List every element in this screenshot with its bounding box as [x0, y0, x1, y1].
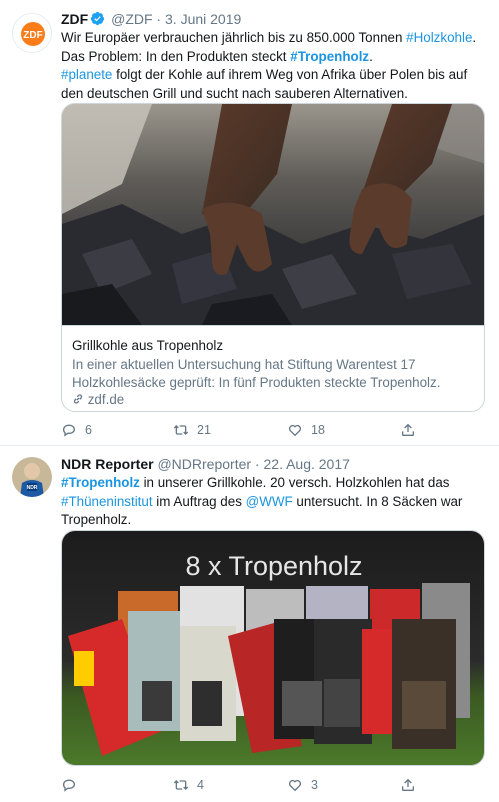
text-segment: Tropenholz. [61, 512, 132, 527]
link-icon [73, 394, 83, 404]
text-segment: . [369, 48, 373, 64]
card-link-text[interactable]: zdf.de [88, 392, 124, 407]
ndr-reporter-avatar-icon: NDR [12, 457, 52, 497]
retweet-count: 4 [197, 778, 204, 792]
verified-badge-icon [91, 11, 105, 26]
tweet-text: Wir Europäer verbrauchen jährlich bis zu… [61, 29, 481, 103]
share-button[interactable] [400, 420, 416, 440]
card-description-line: In einer aktuellen Untersuchung hat Stif… [72, 357, 416, 372]
reply-count: 6 [85, 423, 92, 437]
author-handle[interactable]: @ZDF [111, 11, 152, 27]
card-link[interactable]: zdf.de [72, 392, 124, 407]
hashtag-planete[interactable]: #planete [61, 67, 112, 82]
retweet-button[interactable]: 21 [173, 420, 211, 440]
reply-icon [62, 779, 75, 792]
author-name[interactable]: NDR Reporter [61, 456, 154, 472]
author-name[interactable]: ZDF [61, 11, 88, 27]
tweet-zdf[interactable]: ZDF ZDF @ZDF · 3. Juni 2019 Wir Europäer… [0, 0, 499, 446]
text-segment: . [472, 30, 477, 45]
heart-icon [288, 424, 302, 437]
text-segment: Das Problem: In den Produkten steckt [61, 48, 291, 64]
svg-text:NDR: NDR [27, 485, 38, 491]
retweet-icon [173, 425, 189, 435]
share-icon [402, 778, 414, 791]
tweet-date[interactable]: 3. Juni 2019 [165, 11, 241, 27]
zdf-logo-icon: ZDF [13, 14, 51, 52]
overlay-title: 8 x Tropenholz [185, 551, 362, 581]
retweet-count: 21 [197, 423, 211, 437]
text-segment: im Auftrag des [152, 493, 246, 509]
text-segment: folgt der Kohle auf ihrem Weg von Afrika… [112, 67, 468, 82]
hashtag-thueneninstitut[interactable]: #Thüneninstitut [61, 494, 153, 509]
tweet-header: ZDF @ZDF · 3. Juni 2019 [61, 10, 241, 28]
hashtag-tropenholz[interactable]: #Tropenholz [61, 475, 140, 490]
retweet-icon [173, 780, 189, 790]
card-body[interactable]: Grillkohle aus Tropenholz In einer aktue… [62, 325, 484, 411]
avatar[interactable]: ZDF [12, 13, 52, 53]
dot-separator: · [251, 456, 264, 472]
avatar[interactable]: NDR [12, 457, 52, 497]
like-button[interactable]: 3 [287, 775, 318, 795]
tweet-date[interactable]: 22. Aug. 2017 [264, 456, 350, 472]
reply-button[interactable] [61, 775, 85, 795]
text-segment: untersucht. In 8 Säcken war [292, 493, 463, 509]
text-segment: Wir Europäer verbrauchen jährlich bis zu… [61, 30, 407, 45]
like-count: 3 [311, 778, 318, 792]
tweet-text: #Tropenholz in unserer Grillkohle. 20 ve… [61, 474, 481, 530]
share-button[interactable] [400, 775, 416, 795]
reply-button[interactable]: 6 [61, 420, 92, 440]
like-button[interactable]: 18 [287, 420, 325, 440]
charcoal-hands-image [62, 104, 484, 325]
hashtag-tropenholz[interactable]: #Tropenholz [290, 49, 369, 64]
charcoal-bags-image: 8 x Tropenholz [62, 531, 484, 765]
author-handle[interactable]: @NDRreporter [157, 456, 251, 472]
tweet-header: NDR Reporter @NDRreporter · 22. Aug. 201… [61, 455, 350, 473]
card-description-line: Holzkohlesäcke geprüft: In fünf Produkte… [72, 375, 441, 390]
text-segment: den deutschen Grill und sucht nach saube… [61, 85, 408, 101]
dot-separator: · [152, 11, 165, 27]
card-description: In einer aktuellen Untersuchung hat Stif… [72, 356, 472, 392]
retweet-button[interactable]: 4 [173, 775, 204, 795]
heart-icon [288, 779, 302, 792]
reply-icon [62, 424, 75, 437]
text-segment: in unserer Grillkohle. 20 versch. Holzko… [139, 475, 450, 490]
mention-wwf[interactable]: @WWF [246, 494, 293, 509]
svg-text:ZDF: ZDF [23, 30, 42, 41]
tweet-ndr-reporter[interactable]: NDR NDR Reporter @NDRreporter · 22. Aug.… [0, 446, 499, 802]
like-count: 18 [311, 423, 325, 437]
share-icon [402, 423, 414, 436]
link-card[interactable]: Grillkohle aus Tropenholz In einer aktue… [61, 103, 485, 412]
hashtag-holzkohle[interactable]: #Holzkohle [406, 30, 472, 45]
card-title: Grillkohle aus Tropenholz [72, 338, 224, 353]
tweet-media[interactable]: 8 x Tropenholz [61, 530, 485, 766]
